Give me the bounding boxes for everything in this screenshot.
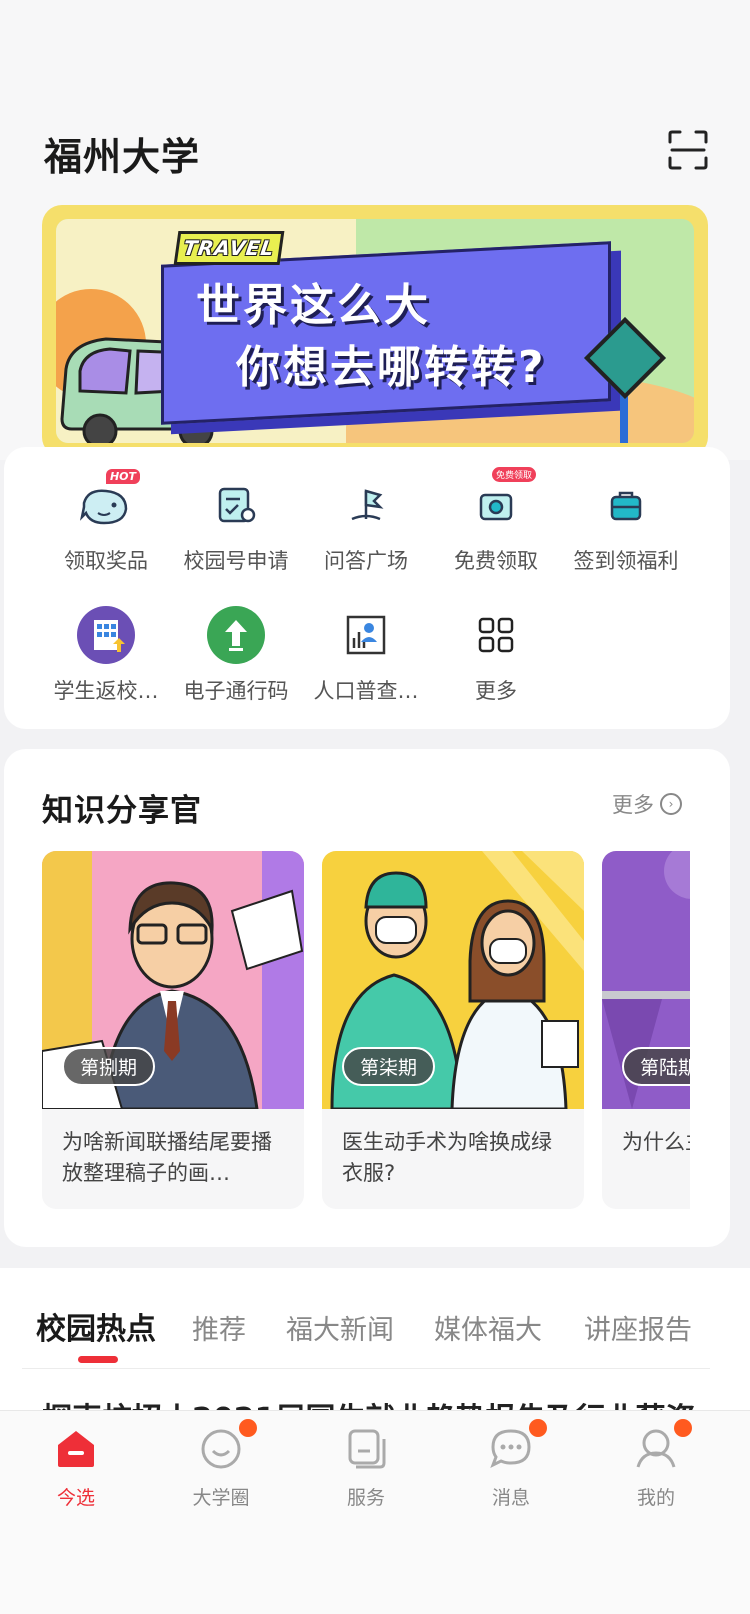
service-grid: HOT 领取奖品 校园号申请 问答广场 免费领取 免费领取 签到领福利 学生返校… (4, 447, 730, 729)
episode-badge: 第陆期 (622, 1047, 690, 1086)
service-item-more[interactable]: 更多 (426, 605, 566, 705)
service-item-qa[interactable]: 问答广场 (296, 475, 436, 575)
flag-icon (336, 475, 396, 535)
service-icon (342, 1425, 390, 1473)
chevron-right-icon: › (660, 793, 682, 815)
banner-art: TRAVEL 世界这么大 你想去哪转转? (56, 219, 694, 443)
card-title: 为啥新闻联播结尾要播放整理稿子的画… (62, 1130, 272, 1185)
briefcase-icon (596, 475, 656, 535)
service-item-return-school[interactable]: 学生返校… (36, 605, 176, 705)
card-image: 第柒期 (322, 851, 584, 1109)
smile-icon (197, 1419, 257, 1473)
chat-icon (487, 1419, 547, 1473)
hot-badge: HOT (105, 469, 140, 484)
scan-icon[interactable] (668, 130, 708, 170)
nav-item-profile[interactable]: 我的 (596, 1419, 716, 1510)
id-card-icon (206, 475, 266, 535)
notification-dot (674, 1419, 692, 1437)
nav-item-home[interactable]: 今选 (16, 1425, 136, 1510)
service-item-pass-code[interactable]: 电子通行码 (166, 605, 306, 705)
nav-item-circle[interactable]: 大学圈 (161, 1419, 281, 1510)
divider (22, 1368, 710, 1369)
tab-campus-hot[interactable]: 校园热点 (36, 1304, 156, 1348)
census-icon (336, 605, 396, 665)
banner[interactable]: TRAVEL 世界这么大 你想去哪转转? (42, 205, 708, 457)
top-area: 福州大学 TRAVEL 世界这么大 你想去哪转转? (0, 0, 750, 460)
banner-tag: TRAVEL (173, 231, 285, 265)
card-image: 第陆期 (602, 851, 690, 1109)
banner-headline-2: 你想去哪转转? (236, 342, 547, 393)
header: 福州大学 (40, 120, 720, 180)
knowledge-section: 知识分享官 更多 › 第捌期 为啥新闻联播结尾要播放整理稿子的画… 第柒期 医生… (4, 749, 730, 1247)
notification-dot (529, 1419, 547, 1437)
grid-icon (466, 605, 526, 665)
service-item-census[interactable]: 人口普查… (296, 605, 436, 705)
service-item-campus-id[interactable]: 校园号申请 (166, 475, 306, 575)
upload-arrow-icon (206, 605, 266, 665)
more-link[interactable]: 更多 › (612, 789, 682, 819)
card-title: 医生动手术为啥换成绿衣服? (342, 1130, 552, 1185)
user-icon (632, 1419, 692, 1473)
banner-headline-1: 世界这么大 (196, 280, 431, 331)
page-title: 福州大学 (44, 135, 201, 179)
card-image: 第捌期 (42, 851, 304, 1109)
free-badge: 免费领取 (491, 467, 536, 482)
tab-media-fzu[interactable]: 媒体福大 (434, 1308, 542, 1347)
whale-gift-icon: HOT (76, 469, 140, 535)
service-item-free[interactable]: 免费领取 免费领取 (426, 467, 566, 575)
camera-icon: 免费领取 (466, 467, 536, 535)
nav-item-messages[interactable]: 消息 (451, 1419, 571, 1510)
episode-badge: 第捌期 (62, 1047, 156, 1086)
status-strip (40, 50, 720, 80)
section-title: 知识分享官 (42, 793, 202, 829)
tab-fzu-news[interactable]: 福大新闻 (286, 1308, 394, 1347)
building-icon (76, 605, 136, 665)
notification-dot (239, 1419, 257, 1437)
service-item-checkin[interactable]: 签到领福利 (556, 475, 696, 575)
home-icon (52, 1425, 100, 1473)
bottom-nav: 今选 大学圈 服务 消息 我的 (0, 1410, 750, 1614)
nav-item-services[interactable]: 服务 (306, 1425, 426, 1510)
knowledge-card[interactable]: 第捌期 为啥新闻联播结尾要播放整理稿子的画… (42, 851, 304, 1209)
card-title: 为什么主的抖 (622, 1130, 690, 1154)
card-carousel[interactable]: 第捌期 为啥新闻联播结尾要播放整理稿子的画… 第柒期 医生动手术为啥换成绿衣服?… (42, 851, 690, 1211)
knowledge-card[interactable]: 第陆期 为什么主的抖 (602, 851, 690, 1209)
episode-badge: 第柒期 (342, 1047, 436, 1086)
tab-indicator (78, 1356, 118, 1363)
knowledge-card[interactable]: 第柒期 医生动手术为啥换成绿衣服? (322, 851, 584, 1209)
tab-recommend[interactable]: 推荐 (192, 1308, 246, 1347)
tab-lectures[interactable]: 讲座报告 (584, 1308, 692, 1347)
service-item-prizes[interactable]: HOT 领取奖品 (36, 469, 176, 575)
